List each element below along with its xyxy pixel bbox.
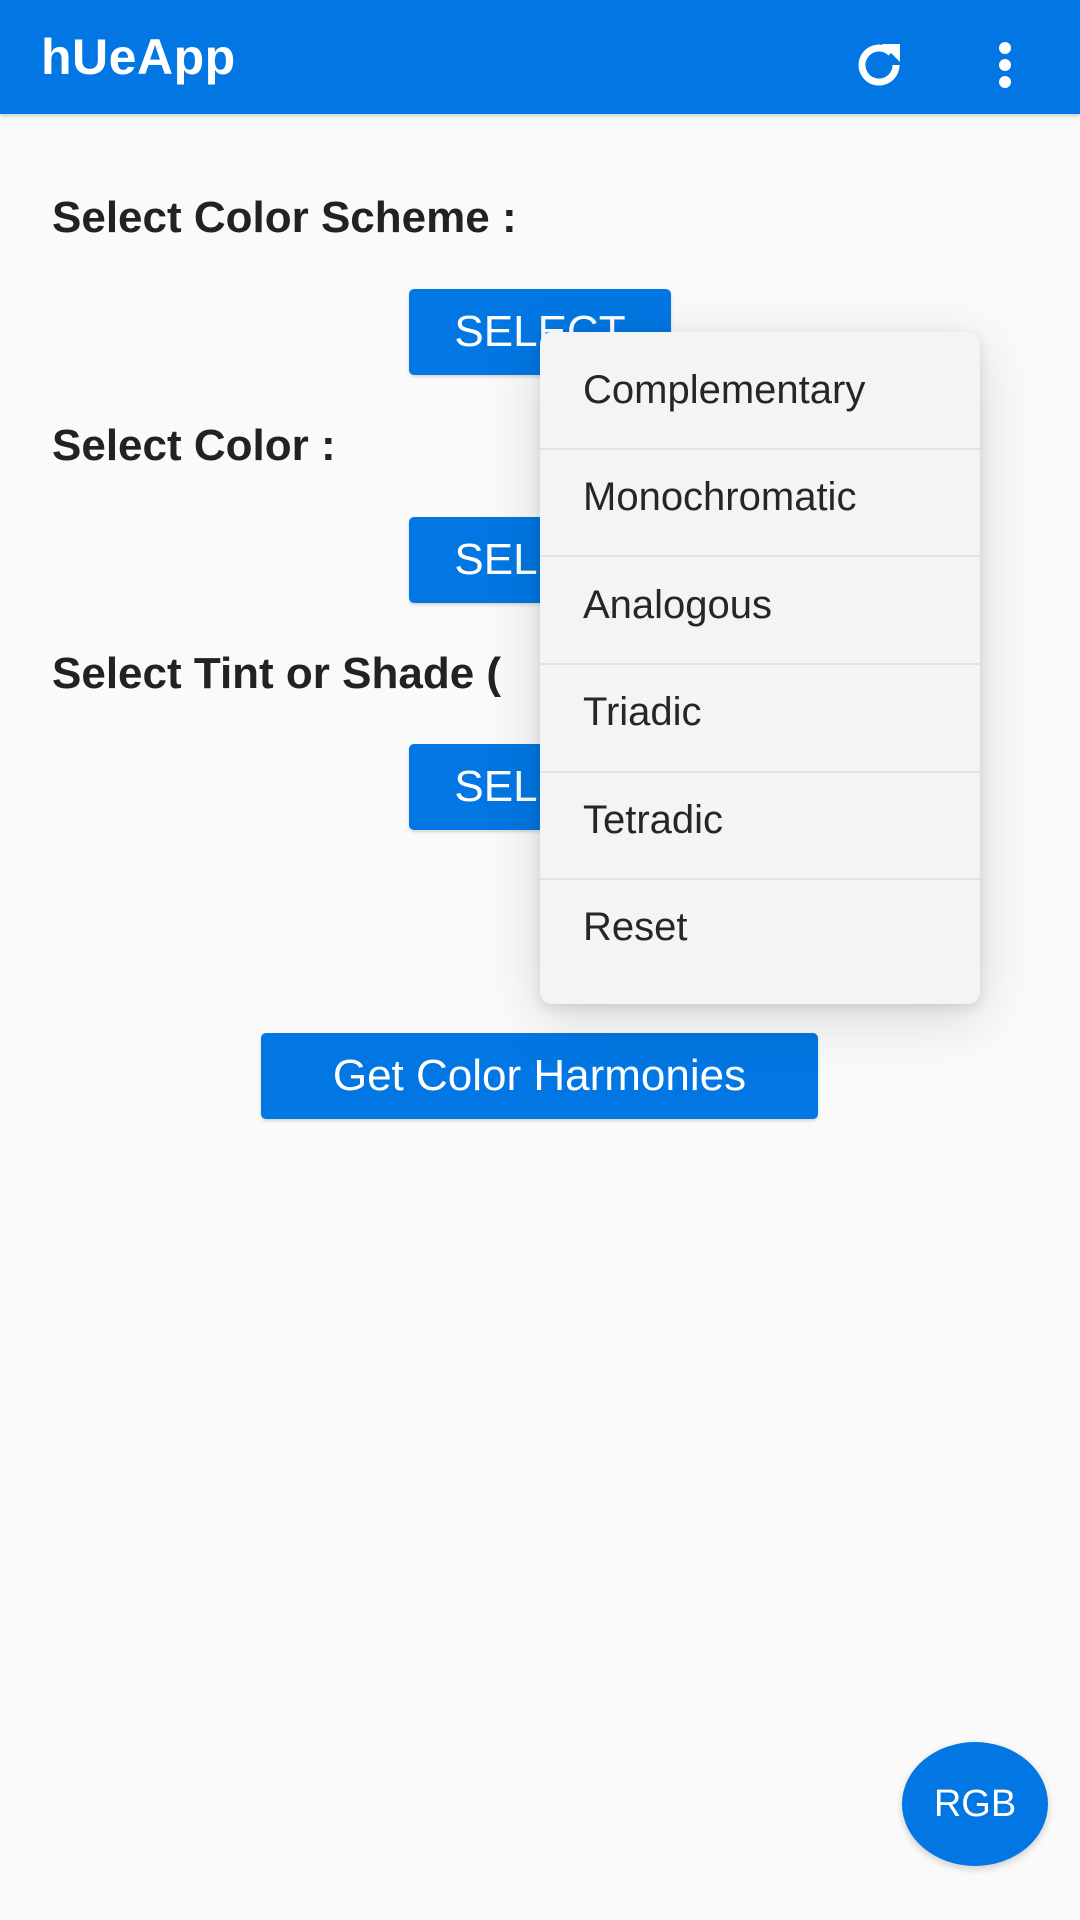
refresh-icon[interactable] (852, 41, 906, 89)
menu-item-label: Tetradic (583, 798, 724, 842)
menu-item-complementary[interactable]: Complementary (540, 332, 980, 439)
tint-shade-label: Select Tint or Shade ( (52, 649, 502, 698)
menu-item-tetradic[interactable]: Tetradic (540, 762, 980, 869)
menu-item-monochromatic[interactable]: Monochromatic (540, 439, 980, 546)
menu-item-label: Analogous (583, 583, 773, 627)
get-color-harmonies-button[interactable]: Get Color Harmonies (261, 1033, 818, 1119)
menu-item-reset[interactable]: Reset (540, 869, 980, 976)
rgb-fab-button[interactable]: RGB (902, 1742, 1048, 1866)
more-vert-icon[interactable] (990, 40, 1020, 90)
color-label: Select Color : (52, 421, 336, 470)
app-title: hUeApp (41, 29, 236, 85)
menu-item-triadic[interactable]: Triadic (540, 654, 980, 761)
app-bar: hUeApp (0, 0, 1080, 114)
menu-item-label: Triadic (583, 690, 702, 734)
menu-item-label: Monochromatic (583, 475, 857, 519)
menu-item-label: Reset (583, 905, 688, 949)
color-scheme-label: Select Color Scheme : (52, 193, 517, 242)
color-scheme-dropdown-menu: Complementary Monochromatic Analogous Tr… (540, 332, 980, 1004)
menu-item-analogous[interactable]: Analogous (540, 547, 980, 654)
menu-item-label: Complementary (583, 368, 866, 412)
